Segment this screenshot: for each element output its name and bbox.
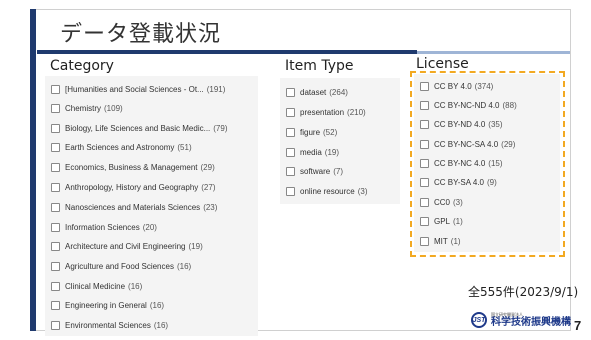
item-type-label: software (300, 166, 331, 176)
category-item[interactable]: Engineering in General (16) (51, 298, 164, 312)
license-highlight-box (410, 71, 565, 257)
category-heading: Category (50, 58, 114, 74)
checkbox[interactable] (51, 84, 60, 94)
item-type-label: online resource (300, 186, 355, 196)
category-item-label: Nanosciences and Materials Sciences (65, 202, 201, 212)
item-type-heading: Item Type (285, 58, 354, 74)
item-type-count: (210) (347, 107, 366, 117)
category-item[interactable]: [Humanities and Social Sciences - Ot...(… (51, 82, 225, 96)
checkbox[interactable] (51, 123, 60, 133)
category-item-count: (51) (177, 142, 192, 152)
total-count-label: 全555件(2023/9/1) (468, 285, 579, 299)
category-item[interactable]: Environmental Sciences (16) (51, 318, 168, 332)
license-heading: License (416, 56, 469, 72)
category-item[interactable]: Chemistry (109) (51, 101, 123, 115)
item-type-item[interactable]: presentation (210) (286, 105, 366, 119)
title-rule-dark (37, 50, 417, 54)
category-item-label: Chemistry (65, 103, 102, 113)
checkbox[interactable] (51, 222, 60, 232)
item-type-item[interactable]: software (7) (286, 164, 343, 178)
item-type-item[interactable]: dataset (264) (286, 85, 348, 99)
category-item[interactable]: Nanosciences and Materials Sciences (23) (51, 200, 217, 214)
checkbox[interactable] (51, 162, 60, 172)
category-item-label: Clinical Medicine (65, 281, 126, 291)
item-type-item[interactable]: figure (52) (286, 125, 337, 139)
checkbox[interactable] (286, 166, 295, 176)
checkbox[interactable] (51, 261, 60, 271)
item-type-item[interactable]: media (19) (286, 145, 339, 159)
item-type-count: (3) (357, 186, 368, 196)
category-item-label: Engineering in General (65, 300, 147, 310)
checkbox[interactable] (286, 127, 295, 137)
item-type-count: (7) (333, 166, 344, 176)
category-item[interactable]: Agriculture and Food Sciences (16) (51, 259, 191, 273)
category-item-count: (109) (104, 103, 123, 113)
item-type-count: (264) (329, 87, 348, 97)
category-item-label: Earth Sciences and Astronomy (65, 142, 175, 152)
checkbox[interactable] (286, 186, 295, 196)
slide-left-accent (30, 9, 36, 331)
category-item[interactable]: Architecture and Civil Engineering (19) (51, 239, 203, 253)
checkbox[interactable] (51, 320, 60, 330)
category-item-count: (191) (206, 84, 226, 94)
category-item-label: Architecture and Civil Engineering (65, 241, 186, 251)
category-item-count: (16) (176, 261, 192, 271)
category-item-count: (27) (201, 182, 216, 192)
category-item-label: [Humanities and Social Sciences - Ot... (65, 84, 204, 94)
category-item-count: (16) (153, 320, 169, 330)
category-item-label: Anthropology, History and Geography (65, 182, 199, 192)
checkbox[interactable] (51, 142, 60, 152)
category-item[interactable]: Economics, Business & Management (29) (51, 160, 215, 174)
jst-logo: JST 国立研究開発法人 科学技術振興機構 (471, 312, 571, 328)
category-item-label: Environmental Sciences (65, 320, 151, 330)
category-item-count: (23) (203, 202, 218, 212)
checkbox[interactable] (51, 202, 60, 212)
category-item[interactable]: Clinical Medicine (16) (51, 279, 142, 293)
category-item-label: Biology, Life Sciences and Basic Medic..… (65, 123, 211, 133)
category-item-count: (16) (149, 300, 165, 310)
checkbox[interactable] (51, 300, 60, 310)
checkbox[interactable] (51, 103, 60, 113)
slide-title: データ登載状況 (60, 22, 222, 47)
category-item-count: (29) (200, 162, 215, 172)
category-item-count: (16) (128, 281, 143, 291)
item-type-label: presentation (300, 107, 345, 117)
category-item[interactable]: Earth Sciences and Astronomy (51) (51, 140, 192, 154)
category-item-label: Agriculture and Food Sciences (65, 261, 174, 271)
category-panel: [Humanities and Social Sciences - Ot...(… (45, 76, 258, 336)
item-type-label: dataset (300, 87, 327, 97)
checkbox[interactable] (286, 147, 295, 157)
category-item-label: Economics, Business & Management (65, 162, 198, 172)
checkbox[interactable] (286, 87, 295, 97)
category-item-label: Information Sciences (65, 222, 140, 232)
item-type-count: (52) (323, 127, 338, 137)
checkbox[interactable] (51, 182, 60, 192)
page-number: 7 (574, 318, 582, 333)
item-type-label: media (300, 147, 322, 157)
checkbox[interactable] (286, 107, 295, 117)
checkbox[interactable] (51, 281, 60, 291)
item-type-count: (19) (324, 147, 340, 157)
logo-name: 科学技術振興機構 (491, 317, 571, 328)
item-type-item[interactable]: online resource (3) (286, 184, 367, 198)
item-type-label: figure (300, 127, 321, 137)
category-item-count: (79) (213, 123, 228, 133)
title-rule-light (417, 51, 570, 54)
checkbox[interactable] (51, 241, 60, 251)
category-item[interactable]: Biology, Life Sciences and Basic Medic..… (51, 121, 228, 135)
category-item[interactable]: Anthropology, History and Geography (27) (51, 180, 216, 194)
item-type-panel: dataset (264) presentation (210) figure (52… (280, 78, 400, 204)
jst-logo-icon: JST (471, 312, 487, 328)
category-item-count: (20) (142, 222, 157, 232)
category-item-count: (19) (188, 241, 203, 251)
category-item[interactable]: Information Sciences (20) (51, 220, 157, 234)
